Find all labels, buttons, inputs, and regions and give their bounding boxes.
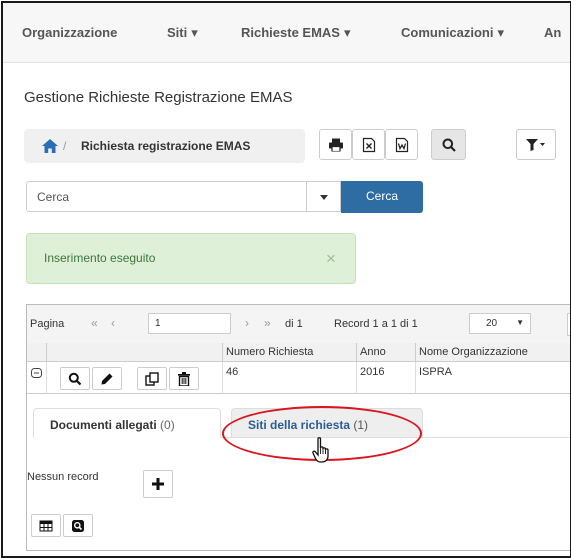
tab-siti-della-richiesta[interactable]: Siti della richiesta (1) bbox=[231, 408, 423, 438]
breadcrumb: / Richiesta registrazione EMAS bbox=[24, 129, 305, 163]
nav-comunicazioni[interactable]: Comunicazioni ▾ bbox=[401, 25, 504, 41]
home-icon[interactable] bbox=[42, 139, 58, 158]
search-icon bbox=[68, 372, 82, 385]
page-size-value: 20 bbox=[486, 318, 498, 329]
filter-icon bbox=[526, 138, 545, 151]
search-button[interactable]: Cerca bbox=[341, 181, 423, 213]
collapse-icon bbox=[31, 368, 42, 378]
plus-icon bbox=[152, 478, 164, 490]
export-word-button[interactable] bbox=[385, 129, 418, 160]
last-page-icon[interactable]: » bbox=[264, 316, 271, 330]
prev-page-icon[interactable]: ‹ bbox=[111, 316, 115, 330]
pencil-icon bbox=[101, 373, 113, 384]
search-toggle-button[interactable] bbox=[431, 129, 466, 160]
nav-richieste-emas[interactable]: Richieste EMAS ▾ bbox=[241, 25, 351, 41]
pager-page-label: Pagina bbox=[30, 318, 65, 330]
alert-message: Inserimento eseguito bbox=[44, 251, 156, 265]
tab-count: (1) bbox=[353, 418, 369, 432]
print-button[interactable] bbox=[319, 129, 352, 160]
empty-message: Nessun record bbox=[27, 471, 99, 483]
search-subgrid-button[interactable] bbox=[63, 514, 93, 537]
next-page-icon[interactable]: › bbox=[245, 316, 249, 330]
nav-organizzazione[interactable]: Organizzazione bbox=[22, 25, 117, 40]
top-navbar: Organizzazione Siti ▾ Richieste EMAS ▾ Com… bbox=[3, 3, 570, 63]
column-header-numero[interactable]: Numero Richiesta bbox=[223, 343, 357, 362]
export-excel-button[interactable] bbox=[352, 129, 385, 160]
search-options-dropdown[interactable] bbox=[307, 181, 341, 212]
requests-grid: Pagina « ‹ 1 › » di 1 Record 1 a 1 di 1 … bbox=[26, 304, 570, 551]
search-icon bbox=[442, 138, 456, 152]
breadcrumb-separator: / bbox=[63, 139, 67, 153]
search-input[interactable]: Cerca bbox=[26, 181, 307, 212]
table-view-button[interactable] bbox=[31, 514, 61, 537]
filter-button[interactable] bbox=[516, 129, 556, 160]
page-size-select[interactable]: 20 ▼ bbox=[469, 313, 531, 334]
chevron-down-icon: ▾ bbox=[343, 25, 351, 40]
nav-siti[interactable]: Siti ▾ bbox=[167, 25, 198, 41]
nav-truncated[interactable]: An bbox=[544, 25, 561, 40]
delete-row-button[interactable] bbox=[169, 367, 199, 390]
close-icon[interactable]: × bbox=[326, 249, 336, 269]
cell-numero: 46 bbox=[223, 362, 357, 394]
nav-label: Siti bbox=[167, 25, 188, 40]
row-expand-cell[interactable] bbox=[27, 362, 47, 394]
excel-file-icon bbox=[362, 137, 375, 152]
copy-icon bbox=[145, 371, 159, 386]
nav-label: Richieste EMAS bbox=[241, 25, 340, 40]
grid-pager: Pagina « ‹ 1 › » di 1 Record 1 a 1 di 1 … bbox=[27, 305, 570, 344]
pager-extra-button[interactable] bbox=[567, 313, 570, 336]
pager-record-label: Record 1 a 1 di 1 bbox=[334, 318, 418, 330]
page-title: Gestione Richieste Registrazione EMAS bbox=[24, 89, 293, 106]
cell-anno: 2016 bbox=[357, 362, 416, 394]
tab-label: Siti della richiesta bbox=[248, 418, 351, 432]
copy-row-button[interactable] bbox=[137, 367, 167, 390]
nav-label: An bbox=[544, 25, 562, 40]
tab-count: (0) bbox=[160, 418, 175, 432]
column-header-expand bbox=[27, 343, 47, 362]
chevron-down-icon: ▾ bbox=[191, 25, 198, 40]
tab-label: Documenti allegati bbox=[50, 418, 157, 432]
first-page-icon[interactable]: « bbox=[91, 316, 98, 330]
table-icon bbox=[39, 520, 53, 531]
view-row-button[interactable] bbox=[60, 367, 90, 390]
chevron-down-icon: ▾ bbox=[497, 25, 504, 40]
caret-down-icon: ▼ bbox=[516, 318, 524, 327]
breadcrumb-current: Richiesta registrazione EMAS bbox=[81, 139, 251, 153]
print-icon bbox=[328, 138, 343, 151]
page-number-input[interactable]: 1 bbox=[148, 313, 231, 334]
word-file-icon bbox=[395, 137, 408, 152]
search-box-icon bbox=[72, 519, 84, 532]
column-header-actions bbox=[47, 343, 223, 362]
column-header-anno[interactable]: Anno bbox=[357, 343, 416, 362]
edit-row-button[interactable] bbox=[92, 367, 122, 390]
column-header-nome[interactable]: Nome Organizzazione bbox=[416, 343, 570, 362]
add-record-button[interactable] bbox=[143, 470, 173, 498]
cell-nome: ISPRA bbox=[416, 362, 570, 394]
trash-icon bbox=[178, 371, 190, 386]
hand-cursor-icon bbox=[312, 437, 334, 468]
pager-of-label: di 1 bbox=[285, 318, 303, 330]
caret-down-icon bbox=[320, 195, 328, 200]
tab-documenti-allegati[interactable]: Documenti allegati (0) bbox=[33, 408, 221, 438]
app-frame: Organizzazione Siti ▾ Richieste EMAS ▾ Com… bbox=[1, 1, 571, 558]
success-alert: Inserimento eseguito × bbox=[26, 233, 356, 284]
nav-label: Comunicazioni bbox=[401, 25, 494, 40]
nav-label: Organizzazione bbox=[22, 25, 118, 40]
